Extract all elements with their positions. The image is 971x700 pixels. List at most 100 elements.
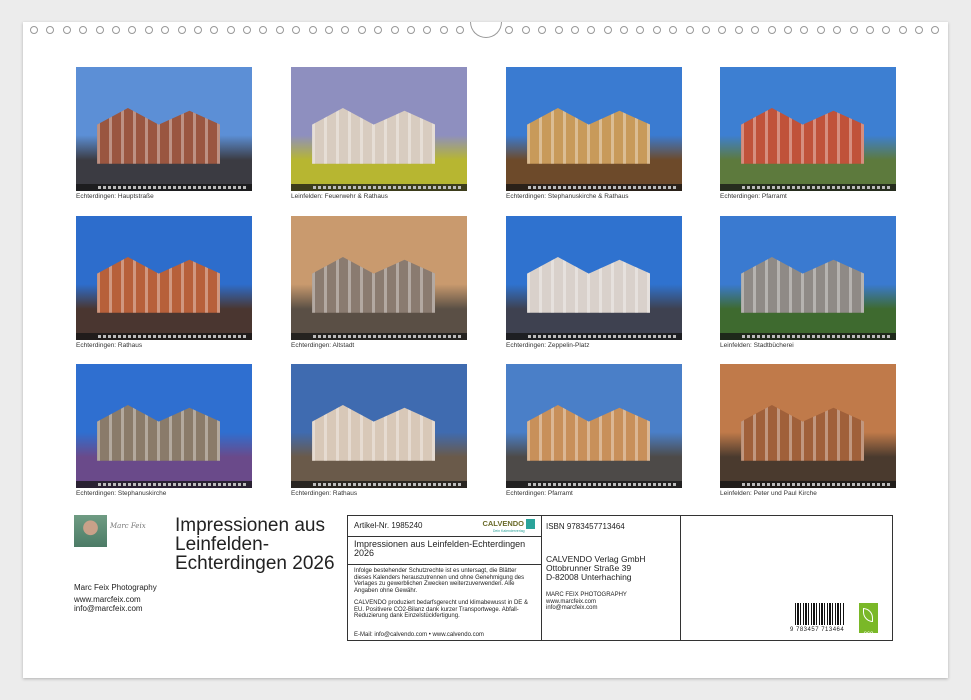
calendar-photo bbox=[720, 216, 896, 340]
photo-building bbox=[97, 257, 220, 313]
publisher-address: CALVENDO Verlag GmbH Ottobrunner Straße … bbox=[542, 537, 680, 592]
month-strip bbox=[506, 333, 682, 340]
calendar-photo bbox=[720, 364, 896, 488]
barcode-number: 9 783457 713464 bbox=[790, 627, 844, 633]
binding-ring bbox=[571, 26, 579, 34]
photo-caption: Leinfelden: Stadtbücherei bbox=[720, 342, 794, 349]
photographer-info: MARC FEIX PHOTOGRAPHY www.marcfeix.com i… bbox=[542, 592, 680, 612]
product-title: Impressionen aus Leinfelden-Echterdingen… bbox=[348, 537, 541, 565]
month-strip bbox=[76, 333, 252, 340]
photo-building bbox=[312, 108, 435, 164]
binding-ring bbox=[800, 26, 808, 34]
binding-ring bbox=[178, 26, 186, 34]
binding-ring bbox=[505, 26, 513, 34]
month-strip bbox=[291, 481, 467, 488]
photo-caption: Echterdingen: Rathaus bbox=[291, 490, 357, 497]
info-column-publisher: ISBN 9783457713464 CALVENDO Verlag GmbH … bbox=[542, 516, 681, 640]
binding-ring bbox=[374, 26, 382, 34]
photo-building bbox=[312, 257, 435, 313]
binding-ring bbox=[768, 26, 776, 34]
binding-ring bbox=[669, 26, 677, 34]
binding-ring bbox=[456, 26, 464, 34]
binding-ring bbox=[538, 26, 546, 34]
photo-building bbox=[312, 405, 435, 461]
binding-ring bbox=[259, 26, 267, 34]
binding-ring bbox=[915, 26, 923, 34]
photo-caption: Echterdingen: Altstadt bbox=[291, 342, 354, 349]
binding-ring bbox=[276, 26, 284, 34]
photo-caption: Leinfelden: Feuerwehr & Rathaus bbox=[291, 193, 388, 200]
binding-ring bbox=[784, 26, 792, 34]
author-signature: Marc Feix bbox=[110, 522, 146, 530]
photo-building bbox=[527, 108, 650, 164]
month-strip bbox=[76, 481, 252, 488]
photo-building bbox=[741, 257, 864, 313]
month-strip bbox=[291, 333, 467, 340]
info-column-product: Artikel-Nr. 1985240 CALVENDODein Kalende… bbox=[348, 516, 542, 640]
article-row: Artikel-Nr. 1985240 CALVENDODein Kalende… bbox=[348, 516, 541, 537]
calendar-photo bbox=[720, 67, 896, 191]
photo-building bbox=[741, 405, 864, 461]
binding-ring bbox=[555, 26, 563, 34]
calendar-photo bbox=[291, 364, 467, 488]
author-info: Marc Feix Photography www.marcfeix.com i… bbox=[74, 583, 157, 616]
binding-ring bbox=[194, 26, 202, 34]
binding-ring bbox=[636, 26, 644, 34]
photo-caption: Echterdingen: Stephanuskirche & Rathaus bbox=[506, 193, 629, 200]
calendar-photo bbox=[291, 67, 467, 191]
author-avatar bbox=[74, 515, 107, 547]
month-strip bbox=[720, 184, 896, 191]
author-name: Marc Feix Photography bbox=[74, 583, 157, 592]
month-strip bbox=[506, 184, 682, 191]
author-website[interactable]: www.marcfeix.com bbox=[74, 595, 157, 604]
calendar-photo bbox=[291, 216, 467, 340]
binding-ring bbox=[30, 26, 38, 34]
photo-caption: Echterdingen: Zeppelin-Platz bbox=[506, 342, 589, 349]
binding-ring bbox=[653, 26, 661, 34]
photographer-email: info@marcfeix.com bbox=[546, 605, 676, 612]
binding-ring bbox=[587, 26, 595, 34]
binding-ring bbox=[423, 26, 431, 34]
binding-ring bbox=[440, 26, 448, 34]
calendar-photo bbox=[76, 364, 252, 488]
binding-ring bbox=[325, 26, 333, 34]
month-strip bbox=[506, 481, 682, 488]
binding-ring bbox=[96, 26, 104, 34]
photo-caption: Echterdingen: Stephanuskirche bbox=[76, 490, 166, 497]
photo-caption: Echterdingen: Pfarramt bbox=[720, 193, 787, 200]
barcode bbox=[795, 603, 845, 625]
binding-ring bbox=[292, 26, 300, 34]
binding-ring bbox=[522, 26, 530, 34]
binding-ring bbox=[604, 26, 612, 34]
legal-notice: Infolge bestehender Schutzrechte ist es … bbox=[348, 565, 541, 597]
binding-ring bbox=[210, 26, 218, 34]
binding-ring bbox=[145, 26, 153, 34]
month-strip bbox=[720, 333, 896, 340]
binding-ring bbox=[309, 26, 317, 34]
calendar-photo bbox=[506, 216, 682, 340]
binding-ring bbox=[407, 26, 415, 34]
binding-ring bbox=[850, 26, 858, 34]
article-number: Artikel-Nr. 1985240 bbox=[354, 521, 422, 530]
binding-ring bbox=[833, 26, 841, 34]
publisher-city: D-82008 Unterhaching bbox=[546, 573, 676, 582]
binding-ring bbox=[391, 26, 399, 34]
eco-note: CALVENDO produziert bedarfsgerecht und k… bbox=[348, 597, 541, 623]
publisher-contact: E-Mail: info@calvendo.com • www.calvendo… bbox=[348, 623, 541, 642]
author-email[interactable]: info@marcfeix.com bbox=[74, 604, 157, 613]
binding-ring bbox=[686, 26, 694, 34]
binding-ring bbox=[718, 26, 726, 34]
calendar-photo bbox=[506, 364, 682, 488]
binding-ring bbox=[882, 26, 890, 34]
calendar-photo bbox=[506, 67, 682, 191]
photo-building bbox=[527, 257, 650, 313]
photo-caption: Echterdingen: Rathaus bbox=[76, 342, 142, 349]
binding-ring bbox=[735, 26, 743, 34]
eco-leaf-icon: eco bbox=[859, 603, 878, 633]
binding-ring bbox=[817, 26, 825, 34]
month-strip bbox=[291, 184, 467, 191]
binding-ring bbox=[866, 26, 874, 34]
photo-caption: Echterdingen: Hauptstraße bbox=[76, 193, 154, 200]
photo-building bbox=[97, 108, 220, 164]
calvendo-logo-text: CALVENDO bbox=[482, 519, 524, 528]
